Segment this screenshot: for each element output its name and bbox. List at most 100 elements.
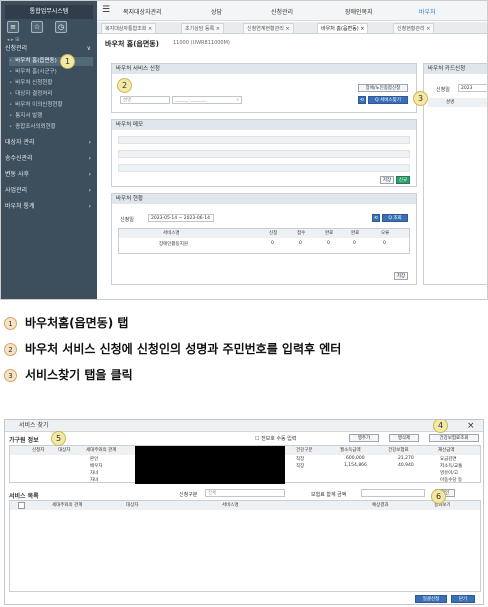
menu-business[interactable]: 사업관리 › <box>5 185 93 197</box>
total-label: 보험료 합계 금액 <box>311 492 347 498</box>
cell: 0 <box>353 241 356 246</box>
system-title: 통합업무시스템 <box>5 5 93 19</box>
card-table-header: 성명 <box>428 98 487 107</box>
table-row[interactable]: 본인 <box>90 456 98 462</box>
popup-close-button[interactable]: 닫기 <box>451 595 475 603</box>
bulk-apply-button[interactable]: 일괄신청 <box>415 595 447 603</box>
delete-row-button[interactable]: 행삭제 <box>389 434 419 442</box>
close-icon[interactable]: × <box>467 421 475 431</box>
submenu-survey[interactable]: 종합조사의뢰현황 <box>9 123 93 132</box>
table-row[interactable]: 자녀 <box>90 470 98 476</box>
main-screenshot: 통합업무시스템 ≡☆◷ ◂ ▸ ⊞ 신청관리∨ 바우처 홈(읍면동) 바우처 홈… <box>0 0 488 300</box>
cell: 저소득/교통 <box>440 464 463 469</box>
menu-change[interactable]: 변동 사후 › <box>5 169 93 181</box>
memo-row[interactable] <box>118 136 410 144</box>
reset-button[interactable]: ⟲ <box>358 96 366 104</box>
nav-consult[interactable]: 상담 <box>211 7 222 16</box>
sidebar-icon-bar: ≡ ☆ ◷ <box>7 21 91 35</box>
cell: 1,154,866 <box>344 463 367 468</box>
col-target: 대상자 <box>126 503 139 508</box>
memo-row[interactable] <box>118 150 410 158</box>
service-table: 세대주와의 관계 대상자 서비스명 예상결과 결과보기 <box>9 500 481 592</box>
col-health-type: 건강구분 <box>296 448 313 453</box>
date-label: 신청일 <box>120 217 134 223</box>
add-row-button[interactable]: 행추가 <box>349 434 379 442</box>
menu-apply-management[interactable]: 신청관리 ∨ <box>5 43 93 55</box>
select-all-checkbox[interactable] <box>18 502 25 509</box>
col-income: 월소득금액 <box>340 448 361 453</box>
callout-1: 1 <box>60 54 75 69</box>
hamburger-icon[interactable]: ☰ <box>102 5 110 15</box>
total-input[interactable] <box>361 489 425 497</box>
col-apply: 신청 <box>269 231 278 236</box>
nav-welfare-target[interactable]: 복지대상자관리 <box>123 7 162 16</box>
chevron-right-icon: › <box>88 171 91 178</box>
submenu-voucher-home-eup[interactable]: 바우처 홈(읍면동) <box>9 57 93 66</box>
popup-title: 서비스 찾기 <box>5 420 483 432</box>
status-search-button[interactable]: Q 조회 <box>382 214 408 222</box>
voucher-apply-panel: 바우처 서비스 신청 성명 ______-_______ ⌕ 장애/노인종합신청 … <box>111 63 417 113</box>
table-row[interactable]: 배우자 <box>90 463 102 469</box>
chevron-right-icon: › <box>88 187 91 194</box>
star-icon[interactable]: ☆ <box>31 21 43 33</box>
tab-link-status[interactable]: 신청연계현황관리 × <box>243 23 294 34</box>
cell: 요금감면 <box>440 457 457 462</box>
tab-welfare-search[interactable]: 복지대상자통합조회 × <box>101 23 157 34</box>
cell: 0 <box>327 241 330 246</box>
date-range-input[interactable]: 2023-05-14 ~ 2023-06-14 <box>148 214 214 222</box>
health-premium-button[interactable]: 건강보험료조회 <box>429 434 479 442</box>
chevron-right-icon: › <box>88 155 91 162</box>
reset-icon[interactable]: ⟲ <box>372 214 380 222</box>
status-save-button[interactable]: 저장 <box>394 272 408 280</box>
tab-voucher-home[interactable]: 바우처 홈(읍면동) × <box>317 23 369 34</box>
voucher-memo-panel: 바우처 메모 저장 신규 <box>111 119 417 187</box>
menu-target-management[interactable]: 대상자 관리 › <box>5 137 93 149</box>
panel-title: 바우처 카드신청 <box>424 64 487 74</box>
filter-label: 신청구분 <box>179 492 198 498</box>
memo-save-button[interactable]: 저장 <box>380 176 394 184</box>
section-family: 가구원 정보 <box>9 437 39 444</box>
redacted-block <box>135 446 285 484</box>
clock-icon[interactable]: ◷ <box>55 21 67 33</box>
tab-apply-status[interactable]: 신청현황관리 × <box>393 23 435 34</box>
service-find-button[interactable]: Q 서비스찾기 <box>368 96 408 104</box>
filter-select[interactable]: 전체 <box>205 489 285 497</box>
tab-initial-consult[interactable]: 초기상담 등록 × <box>181 23 224 34</box>
cell: 아동수당 등 <box>440 478 463 483</box>
menu-voucher-stats[interactable]: 바우처 통계 › <box>5 201 93 213</box>
table-row[interactable]: 장애인활동지원 <box>159 241 188 247</box>
col-asset: 재산금액 <box>438 448 455 453</box>
tab-bar: 복지대상자통합조회 × 초기상담 등록 × 신청연계현황관리 × 바우처 홈(읍… <box>97 22 487 34</box>
nav-apply[interactable]: 신청관리 <box>271 7 293 16</box>
submenu-target-decision[interactable]: 대상자 결정처리 <box>9 90 93 99</box>
memo-row[interactable] <box>118 164 410 172</box>
menu-icon[interactable]: ≡ <box>7 21 19 33</box>
submenu-voucher-home-si[interactable]: 바우처 홈(시군구) <box>9 68 93 77</box>
col-error: 오류 <box>381 231 390 236</box>
submenu-objection[interactable]: 바우처 이의신청현황 <box>9 101 93 110</box>
memo-new-button[interactable]: 신규 <box>396 176 410 184</box>
col-service: 서비스명 <box>222 503 239 508</box>
section-services: 서비스 목록 <box>9 493 39 500</box>
submenu-voucher-status[interactable]: 바우처 신청현황 <box>9 79 93 88</box>
combined-apply-button[interactable]: 장애/노인종합신청 <box>358 84 408 92</box>
card-date-input[interactable]: 2023 <box>458 84 487 92</box>
rrn-input[interactable]: ______-_______ ⌕ <box>172 96 242 104</box>
col-service: 서비스명 <box>163 231 180 236</box>
search-icon[interactable]: ⌕ <box>236 97 239 104</box>
nav-disability[interactable]: 장애인복지 <box>345 7 373 16</box>
name-input[interactable]: 성명 <box>120 96 170 104</box>
card-date-label: 신청일 <box>436 87 450 93</box>
cell: 40,940 <box>398 463 414 468</box>
col-expected: 예상결과 <box>372 503 389 508</box>
callout-5: 5 <box>51 431 66 446</box>
menu-transmission[interactable]: 송수신관리 › <box>5 153 93 165</box>
submenu-notice[interactable]: 통지서 발행 <box>9 112 93 121</box>
cell: 직장 <box>296 457 305 462</box>
cell: 0 <box>383 241 386 246</box>
table-row[interactable]: 자녀 <box>90 477 98 483</box>
nav-voucher[interactable]: 바우처 <box>419 7 436 16</box>
manual-input-checkbox[interactable]: ☐ 전보호 수동 입력 <box>255 435 296 442</box>
cell: 영유아/고 <box>440 471 459 476</box>
panel-title: 바우처 서비스 신청 <box>112 64 416 74</box>
